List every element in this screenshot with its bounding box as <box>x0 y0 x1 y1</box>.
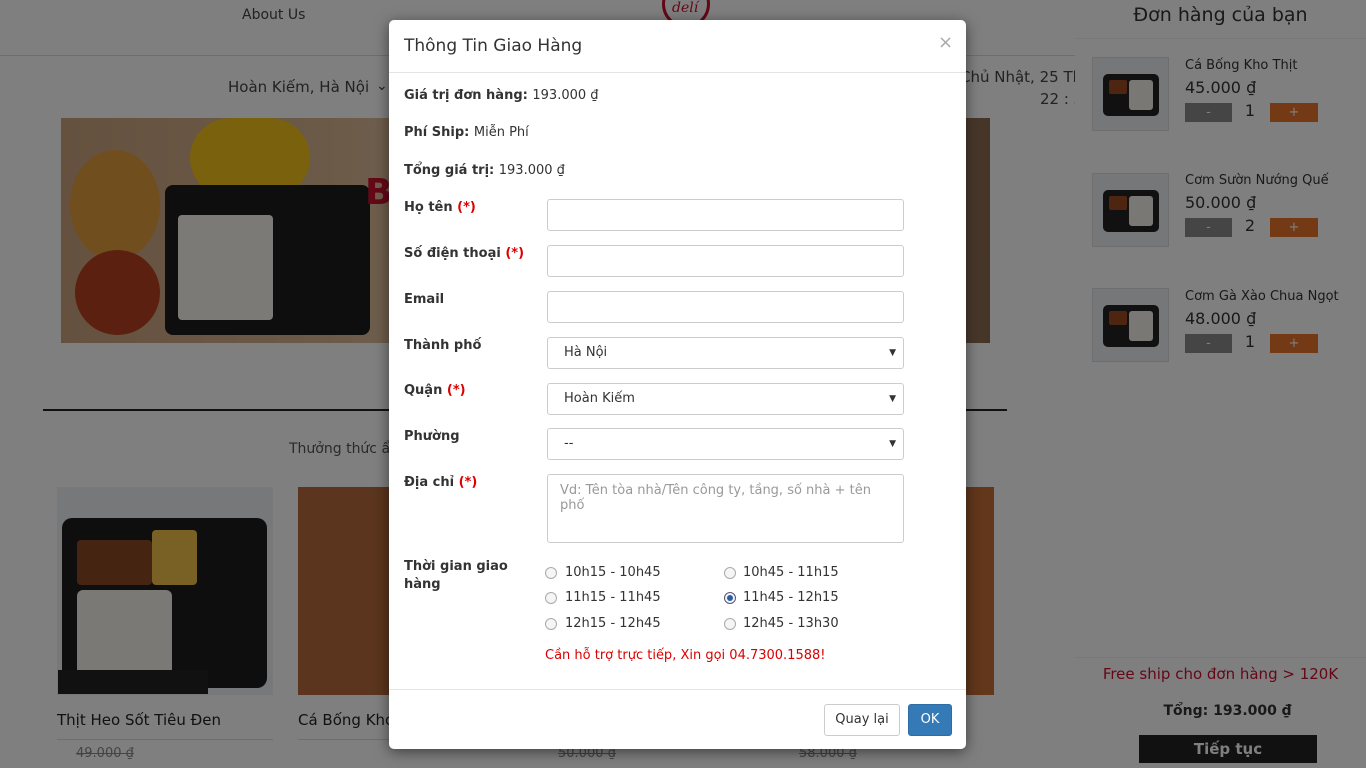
dropdown-arrow-icon: ▼ <box>889 439 896 449</box>
email-input[interactable] <box>547 291 904 323</box>
city-select-value: Hà Nội <box>564 345 608 360</box>
time-slot-radio[interactable] <box>724 567 736 579</box>
total-value-label: Tổng giá trị: <box>404 163 495 178</box>
close-icon[interactable]: × <box>938 32 953 53</box>
city-select[interactable]: Hà Nội ▼ <box>547 337 904 369</box>
ward-select-value: -- <box>564 436 574 451</box>
ship-fee-row: Phí Ship: Miễn Phí <box>404 125 529 140</box>
ship-fee-label: Phí Ship: <box>404 125 470 140</box>
time-slot-label[interactable]: 11h45 - 12h15 <box>743 590 839 605</box>
order-value-row: Giá trị đơn hàng: 193.000 ₫ <box>404 88 599 103</box>
dropdown-arrow-icon: ▼ <box>889 394 896 404</box>
address-label: Địa chỉ (*) <box>404 475 478 490</box>
time-slot-label[interactable]: 10h45 - 11h15 <box>743 565 839 580</box>
time-slot-label[interactable]: 10h15 - 10h45 <box>565 565 661 580</box>
district-select-value: Hoàn Kiếm <box>564 391 635 406</box>
time-slot-label[interactable]: 12h45 - 13h30 <box>743 616 839 631</box>
time-slot-radio-selected[interactable] <box>724 592 736 604</box>
phone-label: Số điện thoại (*) <box>404 246 525 261</box>
address-textarea[interactable]: Vd: Tên tòa nhà/Tên công ty, tầng, số nh… <box>547 474 904 543</box>
order-value: 193.000 ₫ <box>532 88 599 103</box>
back-button[interactable]: Quay lại <box>824 704 900 736</box>
ship-fee-value: Miễn Phí <box>473 125 529 140</box>
required-mark: (*) <box>458 475 478 490</box>
dropdown-arrow-icon: ▼ <box>889 348 896 358</box>
phone-input[interactable] <box>547 245 904 277</box>
support-hotline: Cần hỗ trợ trực tiếp, Xin gọi 04.7300.15… <box>545 648 826 663</box>
required-mark: (*) <box>457 200 476 215</box>
modal-footer-divider <box>389 689 966 690</box>
name-input[interactable] <box>547 199 904 231</box>
time-slot-radio[interactable] <box>545 618 557 630</box>
required-mark: (*) <box>505 246 525 261</box>
total-value-row: Tổng giá trị: 193.000 ₫ <box>404 163 565 178</box>
ward-label: Phường <box>404 429 460 444</box>
city-label: Thành phố <box>404 338 482 353</box>
time-slot-radio[interactable] <box>724 618 736 630</box>
ok-button[interactable]: OK <box>908 704 952 736</box>
name-label: Họ tên (*) <box>404 200 476 215</box>
district-label: Quận (*) <box>404 383 466 398</box>
ward-select[interactable]: -- ▼ <box>547 428 904 460</box>
modal-title: Thông Tin Giao Hàng <box>404 36 583 56</box>
time-slot-radio[interactable] <box>545 567 557 579</box>
time-slot-label[interactable]: 11h15 - 11h45 <box>565 590 661 605</box>
total-value: 193.000 ₫ <box>498 163 565 178</box>
time-slot-label[interactable]: 12h15 - 12h45 <box>565 616 661 631</box>
district-select[interactable]: Hoàn Kiếm ▼ <box>547 383 904 415</box>
email-label: Email <box>404 292 445 307</box>
order-value-label: Giá trị đơn hàng: <box>404 88 528 103</box>
required-mark: (*) <box>446 383 466 398</box>
delivery-time-label: Thời gian giao hàng <box>404 559 508 592</box>
modal-header-divider <box>389 72 966 73</box>
time-slot-radio[interactable] <box>545 592 557 604</box>
